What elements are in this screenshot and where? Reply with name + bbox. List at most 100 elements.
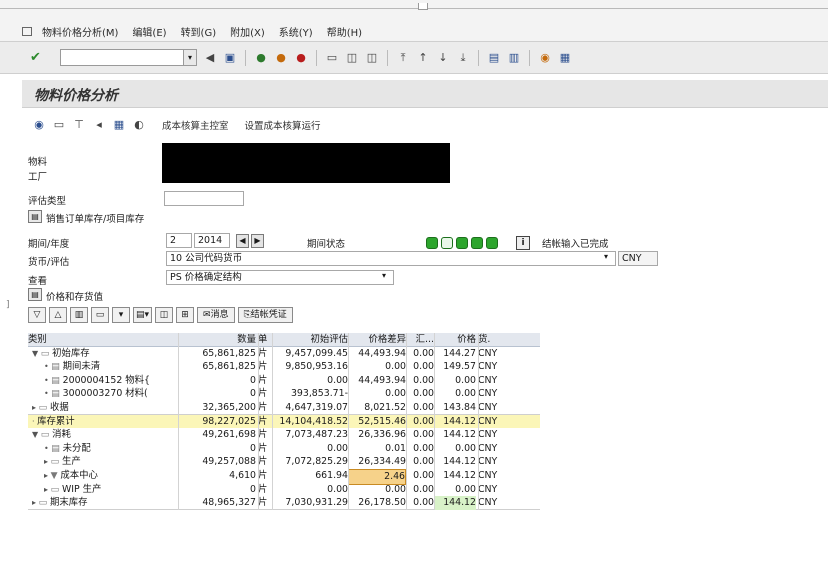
quantity-cell[interactable]: 65,861,825: [178, 360, 256, 374]
table-row[interactable]: ▸ ▭ 收据 32,365,200 片 4,647,319.07 8,021.52 0.0…: [28, 401, 540, 415]
price-difference-cell[interactable]: 26,336.96: [348, 428, 406, 442]
initial-valuation-cell[interactable]: 393,853.71-: [272, 387, 348, 401]
header-price-difference[interactable]: 价格差异: [348, 333, 406, 347]
initial-valuation-cell[interactable]: 0.00: [272, 374, 348, 388]
table-row[interactable]: ▼ ▭ 消耗 49,261,698 片 7,073,487.23 26,336.96 0.…: [28, 428, 540, 442]
unit-cell[interactable]: 片: [258, 483, 272, 497]
quantity-cell[interactable]: 0: [178, 483, 256, 497]
hierarchy-icon[interactable]: ⊤: [72, 118, 86, 132]
currency-cell[interactable]: CNY: [478, 455, 506, 469]
summary-cell[interactable]: 0.00: [406, 496, 434, 510]
unit-cell[interactable]: 片: [258, 401, 272, 415]
price-cell[interactable]: 0.00: [434, 483, 476, 497]
unit-cell[interactable]: 片: [258, 347, 272, 361]
table-row[interactable]: ▼ ▭ 初始库存 65,861,825 片 9,457,099.45 44,493.94…: [28, 347, 540, 361]
initial-valuation-cell[interactable]: 0.00: [272, 442, 348, 456]
expand-down-icon[interactable]: ▼: [32, 349, 41, 358]
table-row[interactable]: • ▤ 未分配 0 片 0.00 0.01 0.00 0.00 CNY: [28, 442, 540, 456]
details-icon[interactable]: ◫: [155, 307, 174, 323]
find-grid-icon[interactable]: ▥: [70, 307, 88, 323]
initial-valuation-cell[interactable]: 14,104,418.52: [272, 415, 348, 429]
initial-valuation-cell[interactable]: 0.00: [272, 483, 348, 497]
currency-dropdown-icon[interactable]: ▾: [604, 252, 608, 261]
currency-select[interactable]: 10 公司代码货币: [166, 251, 616, 266]
summary-cell[interactable]: 0.00: [406, 374, 434, 388]
initial-valuation-cell[interactable]: 7,030,931.29: [272, 496, 348, 510]
prev-page-icon[interactable]: ↑: [416, 51, 430, 65]
price-cell[interactable]: 149.57: [434, 360, 476, 374]
price-cell[interactable]: 143.84: [434, 401, 476, 415]
menu-system[interactable]: 系统(Y): [279, 24, 313, 39]
menu-material-price-analysis[interactable]: 物料价格分析(M): [42, 24, 118, 39]
back-icon[interactable]: ◀: [203, 51, 217, 65]
quantity-cell[interactable]: 48,965,327: [178, 496, 256, 510]
quantity-cell[interactable]: 49,261,698: [178, 428, 256, 442]
price-cell[interactable]: 144.12: [434, 455, 476, 469]
summary-cell[interactable]: 0.00: [406, 401, 434, 415]
history-icon[interactable]: ◐: [132, 118, 146, 132]
quantity-cell[interactable]: 0: [178, 374, 256, 388]
command-dropdown-icon[interactable]: ▾: [183, 49, 197, 66]
sales-stock-toggle-icon[interactable]: ▤: [28, 210, 42, 223]
price-difference-cell[interactable]: 0.00: [348, 483, 406, 497]
unit-cell[interactable]: 片: [258, 428, 272, 442]
summary-cell[interactable]: 0.00: [406, 483, 434, 497]
messages-button[interactable]: ✉消息: [197, 307, 235, 323]
costing-run-link[interactable]: 设置成本核算运行: [245, 118, 321, 132]
command-field[interactable]: [60, 49, 184, 66]
quantity-cell[interactable]: 98,227,025: [178, 415, 256, 429]
unit-cell[interactable]: 片: [258, 469, 272, 483]
header-quantity[interactable]: 数量: [178, 333, 256, 347]
price-cell[interactable]: 0.00: [434, 442, 476, 456]
price-cell[interactable]: 144.12: [434, 415, 476, 429]
last-page-icon[interactable]: ⤓: [456, 51, 470, 65]
cancel-icon[interactable]: ●: [294, 51, 308, 65]
refresh-icon[interactable]: ◉: [32, 118, 46, 132]
unit-cell[interactable]: 片: [258, 415, 272, 429]
header-category[interactable]: 类别: [28, 333, 178, 347]
header-summary[interactable]: 汇...: [406, 333, 434, 347]
save-icon[interactable]: ▣: [223, 51, 237, 65]
help-icon[interactable]: ◉: [538, 51, 552, 65]
sort-desc-icon[interactable]: △: [49, 307, 67, 323]
quantity-cell[interactable]: 0: [178, 442, 256, 456]
menu-extras[interactable]: 附加(X): [230, 24, 265, 39]
price-difference-cell[interactable]: 44,493.94: [348, 374, 406, 388]
splitter-handle[interactable]: ]: [6, 300, 10, 310]
view-select[interactable]: PS 价格确定结构: [166, 270, 394, 285]
price-difference-cell[interactable]: 44,493.94: [348, 347, 406, 361]
valuation-type-field[interactable]: [164, 191, 244, 206]
table-icon[interactable]: ▦: [112, 118, 126, 132]
unit-cell[interactable]: 片: [258, 455, 272, 469]
currency-cell[interactable]: CNY: [478, 496, 506, 510]
initial-valuation-cell[interactable]: 9,850,953.16: [272, 360, 348, 374]
shortcut-icon[interactable]: ▥: [507, 51, 521, 65]
price-cell[interactable]: 144.12: [434, 428, 476, 442]
initial-valuation-cell[interactable]: 661.94: [272, 469, 348, 483]
table-row[interactable]: ▸ ▭ WIP 生产 0 片 0.00 0.00 0.00 0.00 CNY: [28, 483, 540, 497]
header-currency[interactable]: 货.: [478, 333, 506, 347]
price-difference-cell[interactable]: 26,334.49: [348, 455, 406, 469]
menu-help[interactable]: 帮助(H): [327, 24, 362, 39]
find-icon[interactable]: ◫: [345, 51, 359, 65]
menu-window-icon[interactable]: [22, 27, 32, 36]
summary-cell[interactable]: 0.00: [406, 455, 434, 469]
table-row[interactable]: · 库存累计 98,227,025 片 14,104,418.52 52,515.46 0…: [28, 414, 540, 429]
table-row[interactable]: ▸ ▼ 成本中心 4,610 片 661.94 2.46 0.00 144.12 CNY: [28, 468, 540, 485]
unit-cell[interactable]: 片: [258, 387, 272, 401]
check-icon[interactable]: ✔: [30, 50, 46, 65]
table-row[interactable]: ▸ ▭ 期末库存 48,965,327 片 7,030,931.29 26,178.50…: [28, 496, 540, 510]
initial-valuation-cell[interactable]: 9,457,099.45: [272, 347, 348, 361]
menu-goto[interactable]: 转到(G): [181, 24, 217, 39]
table-row[interactable]: • ▤ 2000004152 物料{0 片 0.00 44,493.94 0.00 0.0…: [28, 374, 540, 388]
summary-cell[interactable]: 0.00: [406, 428, 434, 442]
header-unit[interactable]: 单: [258, 333, 272, 347]
costing-cockpit-link[interactable]: 成本核算主控室: [162, 118, 229, 132]
price-difference-cell[interactable]: 0.00: [348, 360, 406, 374]
table-row[interactable]: ▸ ▭ 生产 49,257,088 片 7,072,825.29 26,334.49 0.…: [28, 455, 540, 469]
new-session-icon[interactable]: ▤: [487, 51, 501, 65]
initial-valuation-cell[interactable]: 7,072,825.29: [272, 455, 348, 469]
price-difference-cell[interactable]: 0.00: [348, 387, 406, 401]
currency-cell[interactable]: CNY: [478, 469, 506, 483]
closing-document-button[interactable]: ⎘结帐凭证: [237, 307, 293, 323]
